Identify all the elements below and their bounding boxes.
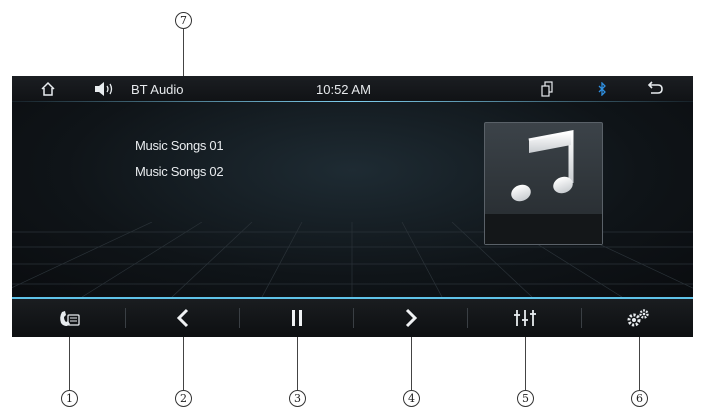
callout-7: 7 [175, 12, 192, 29]
pause-button[interactable] [240, 299, 353, 337]
callout-4: 4 [403, 390, 420, 407]
callout-3-leader [297, 337, 298, 390]
home-icon[interactable] [40, 76, 56, 102]
previous-button[interactable] [126, 299, 239, 337]
phone-icon [59, 311, 80, 326]
equalizer-icon [513, 310, 536, 326]
source-label: BT Audio [131, 81, 184, 97]
playlist-item[interactable]: Music Songs 01 [135, 138, 224, 153]
status-bar: BT Audio 10:52 AM [12, 76, 693, 102]
control-bar [12, 297, 693, 337]
back-icon[interactable] [646, 76, 664, 102]
album-art-reflection [485, 214, 602, 244]
settings-button[interactable] [582, 299, 693, 337]
callout-5-leader [525, 337, 526, 390]
callout-6-leader [639, 337, 640, 390]
next-button[interactable] [354, 299, 467, 337]
callout-1-leader [69, 337, 70, 390]
callout-5: 5 [517, 390, 534, 407]
head-unit-screen: BT Audio 10:52 AM Music Songs 01 Music S… [12, 76, 693, 337]
callout-2: 2 [175, 390, 192, 407]
callout-2-leader [183, 337, 184, 390]
chevron-right-icon [405, 308, 417, 328]
volume-icon[interactable] [94, 76, 116, 102]
music-note-icon [511, 129, 574, 202]
clock: 10:52 AM [316, 81, 371, 97]
now-playing-area: Music Songs 01 Music Songs 02 [12, 102, 693, 297]
bluetooth-icon [597, 76, 607, 102]
callout-6: 6 [631, 390, 648, 407]
phone-button[interactable] [12, 299, 125, 337]
chevron-left-icon [176, 308, 188, 328]
playlist-item[interactable]: Music Songs 02 [135, 164, 224, 179]
phone-link-icon[interactable] [540, 76, 554, 102]
callout-1: 1 [61, 390, 78, 407]
callout-4-leader [411, 337, 412, 390]
pause-icon [291, 310, 302, 326]
gear-icon [627, 309, 649, 327]
album-art [484, 122, 603, 245]
callout-3: 3 [289, 390, 306, 407]
equalizer-button[interactable] [468, 299, 581, 337]
